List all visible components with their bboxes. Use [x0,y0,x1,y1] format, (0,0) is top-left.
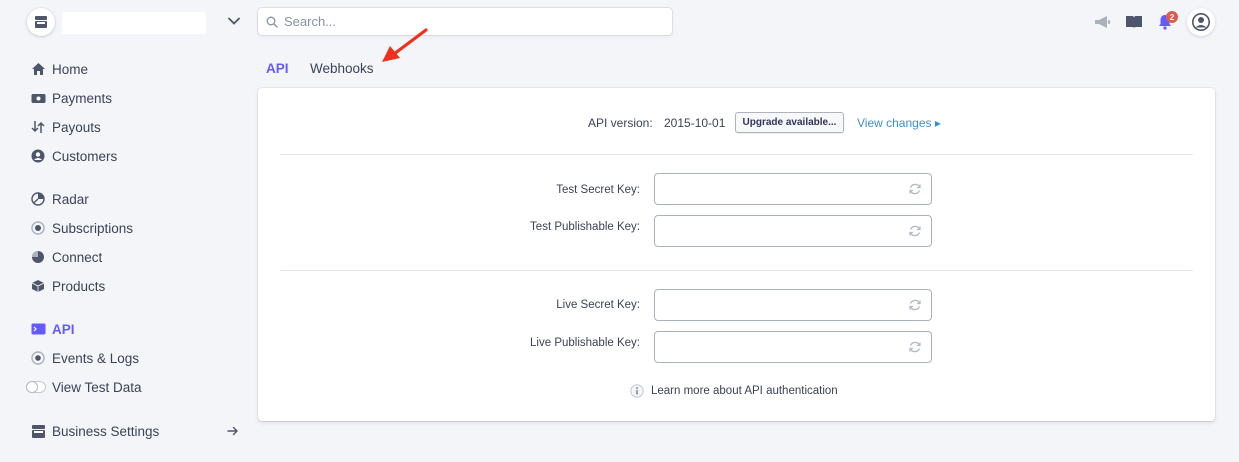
user-avatar[interactable] [1187,8,1215,36]
sidebar-item-label: Products [52,278,106,294]
tab-api[interactable]: API [266,61,289,76]
notification-badge: 2 [1166,11,1178,23]
search-icon [266,16,278,28]
account-logo[interactable] [27,8,55,36]
user-icon [1192,13,1210,31]
sidebar-item-label: Payments [52,90,113,106]
toggle-switch[interactable] [26,379,46,395]
refresh-icon[interactable] [908,298,922,312]
divider [280,270,1193,271]
book-icon [1126,16,1142,28]
settings-arrow-button[interactable] [226,424,240,438]
sidebar-item-api[interactable]: API [30,319,75,339]
events-icon [30,350,46,366]
products-icon [30,278,46,294]
sidebar-item-connect[interactable]: Connect [30,247,102,267]
sidebar-item-label: Business Settings [52,423,160,439]
sidebar-item-radar[interactable]: Radar [30,189,89,209]
sidebar-item-label: Home [52,61,89,77]
sidebar-item-subscriptions[interactable]: Subscriptions [30,218,133,238]
megaphone-icon [1095,16,1110,28]
tab-webhooks[interactable]: Webhooks [310,61,374,76]
api-keys-card: API version: 2015-10-01 Upgrade availabl… [258,88,1215,421]
sidebar-item-products[interactable]: Products [30,276,105,296]
sidebar-item-label: Payouts [52,119,101,135]
search-input[interactable] [284,14,664,29]
account-name-field[interactable] [62,12,206,34]
sidebar-item-payouts[interactable]: Payouts [30,117,101,137]
sidebar-item-label: Connect [52,249,103,265]
connect-icon [30,249,46,265]
test-secret-key-field[interactable] [654,173,932,205]
notifications-button[interactable]: 2 [1153,10,1178,34]
payouts-icon [30,119,46,135]
business-icon [30,423,46,439]
live-secret-key-input[interactable] [661,296,901,314]
api-version-value: 2015-10-01 [664,116,726,130]
live-publishable-key-input[interactable] [661,338,901,356]
upgrade-button[interactable]: Upgrade available... [735,112,844,133]
chevron-down-icon [228,17,240,25]
sidebar-item-label: Events & Logs [52,350,140,366]
sidebar-item-label: Customers [52,148,118,164]
sidebar-item-events-logs[interactable]: Events & Logs [30,348,139,368]
sidebar-item-payments[interactable]: Payments [30,88,112,108]
test-publishable-key-field[interactable] [654,215,932,247]
payments-icon [30,90,46,106]
account-switcher[interactable] [226,13,242,29]
view-test-data-toggle[interactable]: View Test Data [26,377,142,397]
search-bar[interactable] [258,8,672,35]
sidebar-item-label: View Test Data [52,379,142,395]
arrow-right-icon [227,426,238,436]
api-icon [30,321,46,337]
live-publishable-key-label: Live Publishable Key: [530,337,640,349]
sidebar-item-customers[interactable]: Customers [30,146,117,166]
sidebar-item-label: API [52,321,75,337]
announcements-button[interactable] [1090,10,1114,34]
test-secret-key-label: Test Secret Key: [556,184,640,196]
annotation-arrow [382,28,428,62]
refresh-icon[interactable] [908,182,922,196]
api-version-label: API version: [588,116,653,130]
refresh-icon[interactable] [908,340,922,354]
divider [280,154,1193,155]
home-icon [30,61,46,77]
sidebar-item-label: Radar [52,191,89,207]
learn-more-row[interactable]: Learn more about API authentication [630,384,838,398]
api-version-row: API version: 2015-10-01 Upgrade availabl… [258,112,1215,134]
store-icon [35,16,47,28]
live-publishable-key-field[interactable] [654,331,932,363]
sidebar-item-label: Subscriptions [52,220,134,236]
customers-icon [30,148,46,164]
test-secret-key-input[interactable] [661,180,901,198]
test-publishable-key-input[interactable] [661,222,901,240]
sidebar-item-business-settings[interactable]: Business Settings [30,421,159,441]
refresh-icon[interactable] [908,224,922,238]
docs-button[interactable] [1122,10,1146,34]
subscriptions-icon [30,220,46,236]
live-secret-key-field[interactable] [654,289,932,321]
live-secret-key-label: Live Secret Key: [556,299,640,311]
radar-icon [30,191,46,207]
sidebar-item-home[interactable]: Home [30,59,88,79]
learn-more-link[interactable]: Learn more about API authentication [651,385,838,397]
info-icon [630,384,644,398]
view-changes-link[interactable]: View changes ▸ [857,116,941,130]
test-publishable-key-label: Test Publishable Key: [530,221,640,233]
